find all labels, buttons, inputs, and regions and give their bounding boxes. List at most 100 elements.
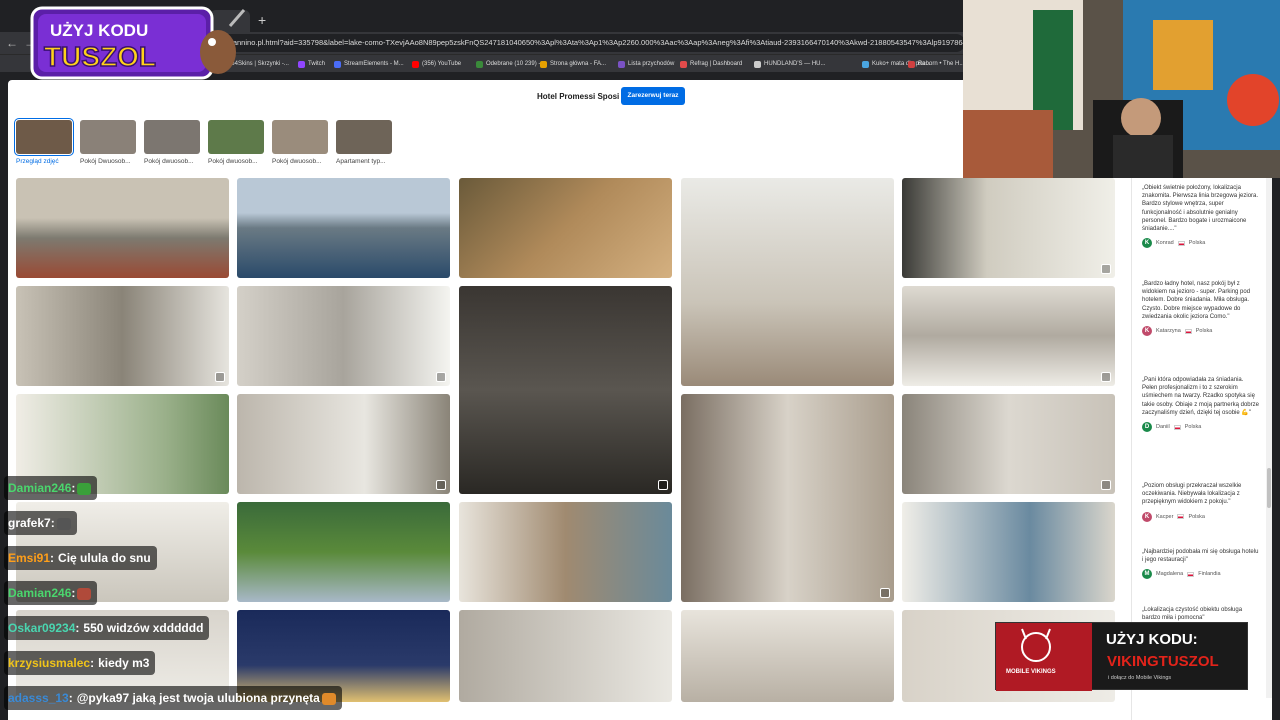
photo-category-thumb[interactable]: Pokój dwuosob... <box>272 120 328 168</box>
emote-icon <box>77 587 92 600</box>
bookmark-item[interactable]: Strona główna - FA... <box>540 57 606 71</box>
reviewer-name: Katarzyna <box>1156 328 1181 335</box>
chat-username: grafek7 <box>8 516 51 530</box>
mobile-vikings-promo: MOBILE VIKINGS UŻYJ KODU: VIKINGTUSZOL i… <box>995 622 1248 691</box>
review-card: „Lokalizacja czystość obiektu obsługa ba… <box>1142 606 1260 622</box>
gallery-photo[interactable] <box>237 286 450 386</box>
gallery-photo[interactable] <box>681 178 894 386</box>
chat-message: krzysiusmalec: kiedy m3 <box>4 651 156 675</box>
gallery-photo[interactable] <box>902 286 1115 386</box>
logo-line1: UŻYJ KODU <box>50 21 148 40</box>
chat-message: adasss_13: @pyka97 jaką jest twoja ulubio… <box>4 686 342 710</box>
expand-icon[interactable] <box>436 372 446 382</box>
avatar: M <box>1142 569 1152 580</box>
chat-separator: : <box>50 516 55 530</box>
thumb-image <box>208 120 264 154</box>
photo-category-thumb[interactable]: Pokój dwuosob... <box>144 120 200 168</box>
review-text: „Pani która odpowiadała za śniadania. Pe… <box>1142 377 1259 416</box>
expand-icon[interactable] <box>880 588 890 598</box>
gallery-photo[interactable] <box>902 502 1115 602</box>
review-card: „Poziom obsługi przekraczał wszelkie ocz… <box>1142 482 1260 522</box>
chat-separator: : <box>68 691 73 705</box>
bookmark-item[interactable]: (356) YouTube <box>412 57 461 71</box>
expand-icon[interactable] <box>1101 264 1111 274</box>
expand-icon[interactable] <box>1101 480 1111 490</box>
review-text: „Obiekt świetnie położony, lokalizacja z… <box>1142 185 1259 233</box>
bookmark-item[interactable]: Odebrane (10 239) -... <box>476 57 545 71</box>
bookmark-item[interactable]: Twitch <box>298 57 325 71</box>
expand-icon[interactable] <box>1101 372 1111 382</box>
promo-line3: i dołącz do Mobile Vikings <box>1108 675 1172 681</box>
bookmark-item[interactable]: Lista przychodów <box>618 57 674 71</box>
review-card: „Bardzo ładny hotel, nasz pokój był z wi… <box>1142 280 1260 337</box>
reviewer-country: Finlandia <box>1198 571 1221 578</box>
back-button[interactable]: ← <box>4 35 20 51</box>
chat-separator: : <box>71 481 76 495</box>
photo-category-thumb[interactable]: Pokój dwuosob... <box>208 120 264 168</box>
chat-username: adasss_13 <box>8 691 69 705</box>
gallery-photo[interactable] <box>459 286 672 494</box>
review-text: „Najbardziej podobała mi się obsługa hot… <box>1142 549 1259 564</box>
webcam-feed <box>963 0 1280 178</box>
chat-message: Emsi91: Cię ulula do snu <box>4 546 157 570</box>
avatar: K <box>1142 238 1152 249</box>
reviewer-country: Polska <box>1188 240 1206 247</box>
bookmark-item[interactable]: HUNDLAND'S — HU... <box>754 57 826 71</box>
page-scrollbar[interactable] <box>1266 178 1272 698</box>
thumb-caption: Przegląd zdjęć <box>16 158 59 165</box>
gallery-photo[interactable] <box>902 394 1115 494</box>
thumb-caption: Pokój dwuosob... <box>272 158 322 165</box>
promo-brand-panel: MOBILE VIKINGS <box>996 623 1092 691</box>
flag-icon <box>1177 240 1185 246</box>
chat-separator: : <box>50 551 55 565</box>
gallery-photo[interactable] <box>681 610 894 702</box>
chat-username: Damian246 <box>8 481 72 495</box>
new-tab-button[interactable]: + <box>258 13 272 27</box>
photo-category-thumb[interactable]: Pokój Dwuosob... <box>80 120 136 168</box>
avatar: D <box>1142 422 1152 433</box>
address-bar[interactable]: ...jovannino.pl.html?aid=335798&label=la… <box>205 34 965 52</box>
chat-message: Damian246: <box>4 581 98 605</box>
bookmark-item[interactable]: Refrag | Dashboard <box>680 57 742 71</box>
photo-category-thumb[interactable]: Przegląd zdjęć <box>14 118 74 168</box>
gallery-photo[interactable] <box>16 286 229 386</box>
expand-icon[interactable] <box>658 480 668 490</box>
chat-separator: : <box>71 586 76 600</box>
flag-icon <box>1187 571 1195 577</box>
gallery-photo[interactable] <box>681 394 894 602</box>
bookmark-item[interactable]: Reborn • The H... <box>908 57 964 71</box>
chat-message: grafek7: <box>4 511 77 535</box>
thumb-image <box>14 118 74 156</box>
flag-icon <box>1173 424 1181 430</box>
review-card: „Obiekt świetnie położony, lokalizacja z… <box>1142 184 1260 249</box>
flag-icon <box>1177 514 1185 520</box>
gallery-photo[interactable] <box>459 178 672 278</box>
logo-badge: UŻYJ KODU TUSZOL <box>30 6 246 80</box>
bookmark-item[interactable]: StreamElements - M... <box>334 57 404 71</box>
gallery-photo[interactable] <box>459 502 672 602</box>
reviewer-name: Kacper <box>1156 513 1174 520</box>
code-logo-overlay: UŻYJ KODU TUSZOL <box>30 6 246 92</box>
thumb-image <box>80 120 136 154</box>
bird-mascot-icon <box>200 30 236 74</box>
reviewer: K Kacper Polska <box>1142 511 1260 522</box>
promo-brand: MOBILE VIKINGS <box>1006 669 1056 675</box>
chat-username: krzysiusmalec <box>8 656 91 670</box>
reserve-button[interactable]: Zarezerwuj teraz <box>621 87 685 105</box>
gallery-photo[interactable] <box>459 610 672 702</box>
gallery-photo[interactable] <box>237 178 450 278</box>
expand-icon[interactable] <box>436 480 446 490</box>
chat-text: kiedy m3 <box>98 656 150 670</box>
reviewer-name: Konrad <box>1156 240 1174 247</box>
reviewer: D Daniil Polska <box>1142 422 1260 433</box>
chat-message: Damian246: <box>4 476 98 500</box>
gallery-photo[interactable] <box>902 178 1115 278</box>
viking-logo-icon <box>1021 628 1051 662</box>
thumb-caption: Apartament typ... <box>336 158 386 165</box>
expand-icon[interactable] <box>215 372 225 382</box>
scrollbar-thumb[interactable] <box>1267 468 1271 508</box>
stream-chat-overlay: Damian246: grafek7: Emsi91: Cię ulula do sn… <box>0 474 360 720</box>
photo-category-thumb[interactable]: Apartament typ... <box>336 120 392 168</box>
gallery-photo[interactable] <box>16 178 229 278</box>
chat-text: Cię ulula do snu <box>58 551 151 565</box>
